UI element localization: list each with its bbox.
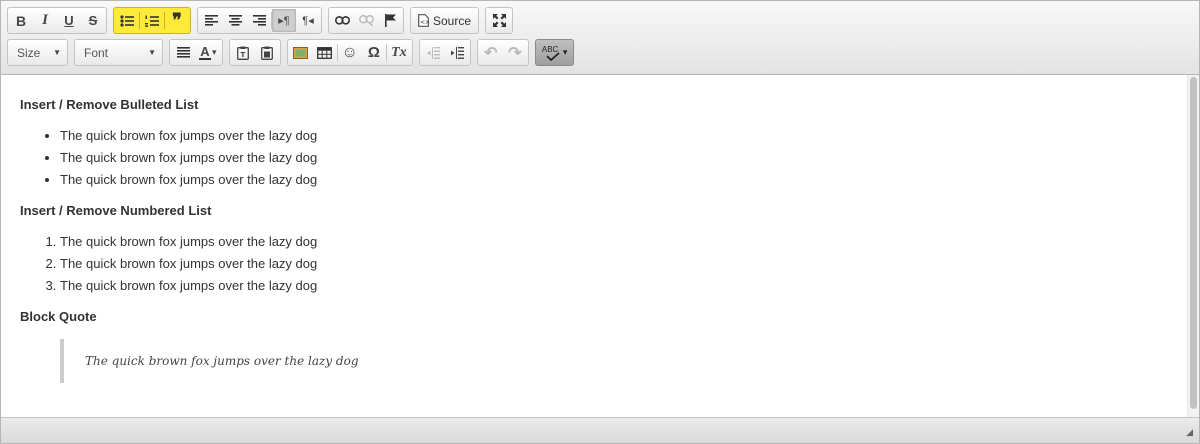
maximize-group — [485, 7, 514, 34]
justify-icon — [176, 47, 190, 58]
chevron-down-icon: ▾ — [212, 47, 217, 57]
vertical-scrollbar[interactable] — [1187, 75, 1199, 417]
list-item: The quick brown fox jumps over the lazy … — [60, 147, 1199, 169]
editor-content[interactable]: Insert / Remove Bulleted List The quick … — [1, 75, 1199, 417]
list-item: The quick brown fox jumps over the lazy … — [60, 275, 1199, 297]
undo-button[interactable]: ↶ — [479, 41, 503, 64]
source-group: <> Source — [410, 7, 480, 34]
source-label: Source — [433, 13, 472, 28]
underline-button[interactable]: U — [57, 9, 81, 32]
align-right-icon — [252, 15, 266, 26]
toolbar-row-2: Size ▼ Font ▼ A ▾ T ☺ Ω Tx ↶ ↷ ABC ▾ — [7, 38, 1199, 67]
spellcheck-group: ABC ▾ — [534, 39, 575, 66]
heading-block-quote: Block Quote — [20, 309, 97, 324]
maximize-icon — [492, 14, 506, 27]
text-direction-rtl-button[interactable]: ¶◂ — [296, 9, 320, 32]
scrollbar-thumb[interactable] — [1190, 77, 1197, 409]
outdent-button[interactable] — [421, 41, 445, 64]
history-group: ↶ ↷ — [476, 39, 529, 66]
block-quote: The quick brown fox jumps over the lazy … — [60, 339, 1199, 383]
bulleted-list: The quick brown fox jumps over the lazy … — [20, 125, 1199, 191]
unlink-icon — [358, 15, 374, 26]
italic-button[interactable]: I — [33, 9, 57, 32]
heading-bulleted-list: Insert / Remove Bulleted List — [20, 97, 199, 112]
text-color-label: A — [200, 43, 210, 59]
numbered-list: The quick brown fox jumps over the lazy … — [20, 231, 1199, 297]
font-size-select[interactable]: Size ▼ — [7, 39, 68, 66]
font-family-label: Font — [84, 45, 109, 60]
text-color-icon: A — [199, 43, 211, 60]
paste-word-icon — [260, 46, 273, 60]
spellcheck-icon: ABC — [542, 45, 562, 61]
status-bar: ◢ — [1, 417, 1199, 443]
indent-group — [418, 39, 471, 66]
toolbar-row-1: B I U S ❞ ▸¶ ¶◂ < Source — [7, 6, 1199, 35]
maximize-button[interactable] — [487, 9, 511, 32]
chevron-down-icon: ▼ — [148, 48, 156, 57]
bulleted-list-button[interactable] — [115, 9, 139, 32]
format-group: A ▾ — [169, 39, 223, 66]
list-group: ❞ — [113, 7, 191, 34]
paste-text-button[interactable]: T — [231, 41, 255, 64]
bold-button[interactable]: B — [9, 9, 33, 32]
alignment-group: ▸¶ ¶◂ — [197, 7, 322, 34]
image-icon — [293, 46, 309, 59]
strikethrough-button[interactable]: S — [81, 9, 105, 32]
special-char-button[interactable]: Ω — [362, 41, 386, 64]
paste-text-icon: T — [236, 46, 249, 60]
text-color-button[interactable]: A ▾ — [195, 41, 221, 64]
text-direction-ltr-button[interactable]: ▸¶ — [272, 9, 296, 32]
insert-group: ☺ Ω Tx — [286, 39, 413, 66]
anchor-button[interactable] — [378, 9, 402, 32]
unlink-button[interactable] — [354, 9, 378, 32]
outdent-icon — [426, 46, 440, 59]
chevron-down-icon: ▼ — [53, 48, 61, 57]
checkmark-icon — [546, 51, 560, 61]
align-left-button[interactable] — [199, 9, 223, 32]
numbered-list-icon — [145, 15, 159, 27]
basic-styles-group: B I U S — [7, 7, 107, 34]
resize-handle-icon[interactable]: ◢ — [1186, 427, 1193, 438]
numbered-list-button[interactable] — [140, 9, 164, 32]
svg-text:<>: <> — [420, 19, 429, 26]
blockquote-button[interactable]: ❞ — [165, 9, 189, 32]
svg-text:T: T — [240, 51, 245, 59]
align-center-button[interactable] — [223, 9, 247, 32]
toolbar: B I U S ❞ ▸¶ ¶◂ < Source Size ▼ Font ▼ A… — [1, 1, 1199, 75]
font-size-label: Size — [17, 45, 41, 60]
list-item: The quick brown fox jumps over the lazy … — [60, 253, 1199, 275]
chevron-down-icon: ▾ — [562, 47, 568, 57]
table-icon — [317, 46, 332, 59]
redo-button[interactable]: ↷ — [503, 41, 527, 64]
table-button[interactable] — [313, 41, 337, 64]
list-item: The quick brown fox jumps over the lazy … — [60, 169, 1199, 191]
remove-format-button[interactable]: Tx — [387, 41, 411, 64]
indent-icon — [450, 46, 464, 59]
spellcheck-button[interactable]: ABC ▾ — [537, 41, 573, 64]
list-item: The quick brown fox jumps over the lazy … — [60, 231, 1199, 253]
flag-icon — [384, 14, 396, 27]
paste-group: T — [228, 39, 281, 66]
link-icon — [334, 16, 350, 25]
rich-text-editor: B I U S ❞ ▸¶ ¶◂ < Source Size ▼ Font ▼ A… — [0, 0, 1200, 444]
image-button[interactable] — [289, 41, 313, 64]
color-swatch — [199, 57, 211, 60]
remove-format-icon: Tx — [391, 44, 407, 60]
link-button[interactable] — [330, 9, 354, 32]
align-left-icon — [204, 15, 218, 26]
paste-from-word-button[interactable] — [255, 41, 279, 64]
bulleted-list-icon — [120, 14, 134, 27]
smiley-button[interactable]: ☺ — [338, 41, 362, 64]
link-group — [328, 7, 404, 34]
font-family-select[interactable]: Font ▼ — [74, 39, 163, 66]
document-source-icon: <> — [418, 14, 429, 27]
align-right-button[interactable] — [247, 9, 271, 32]
justify-button[interactable] — [171, 41, 195, 64]
source-button[interactable]: <> Source — [412, 9, 477, 32]
align-center-icon — [228, 15, 242, 26]
indent-button[interactable] — [445, 41, 469, 64]
heading-numbered-list: Insert / Remove Numbered List — [20, 203, 212, 218]
list-item: The quick brown fox jumps over the lazy … — [60, 125, 1199, 147]
